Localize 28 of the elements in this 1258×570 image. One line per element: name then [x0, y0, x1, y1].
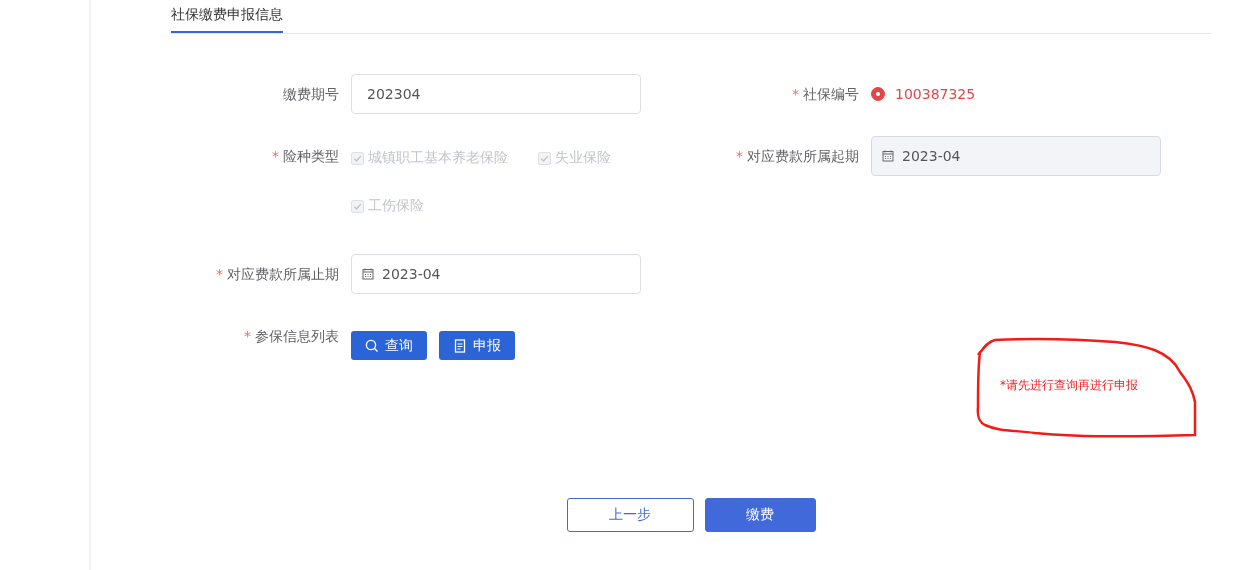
document-icon — [453, 338, 467, 353]
checkbox-label: 失业保险 — [555, 149, 611, 167]
required-mark: * — [244, 328, 251, 344]
calendar-icon — [882, 150, 894, 162]
input-field[interactable]: 202304 — [351, 74, 641, 114]
field-label: 社保编号 — [803, 86, 859, 102]
required-mark: * — [792, 86, 799, 102]
required-mark: * — [272, 148, 279, 164]
checkbox-label: 工伤保险 — [368, 197, 424, 215]
field-label: 参保信息列表 — [255, 328, 339, 344]
field-label: 对应费款所属止期 — [227, 266, 339, 282]
field-label: 险种类型 — [283, 148, 339, 164]
required-mark: * — [736, 148, 743, 164]
calendar-icon — [362, 268, 374, 280]
date-field[interactable]: 2023-04 — [351, 254, 641, 294]
field-label: 对应费款所属起期 — [747, 148, 859, 164]
radio-button[interactable] — [871, 87, 885, 101]
search-button[interactable]: 查询 — [351, 331, 427, 360]
checkbox-label: 城镇职工基本养老保险 — [368, 149, 508, 167]
search-icon — [365, 338, 379, 353]
tab[interactable]: 社保缴费申报信息 — [171, 0, 283, 33]
field-label: 缴费期号 — [283, 86, 339, 102]
pay-button[interactable]: 缴费 — [704, 498, 816, 532]
radio-label: 100387325 — [895, 86, 976, 102]
required-mark: * — [216, 266, 223, 282]
hint-text: *请先进行查询再进行申报 — [1000, 377, 1138, 394]
back-button[interactable]: 上一步 — [566, 498, 694, 532]
submit-button[interactable]: 申报 — [439, 331, 515, 360]
